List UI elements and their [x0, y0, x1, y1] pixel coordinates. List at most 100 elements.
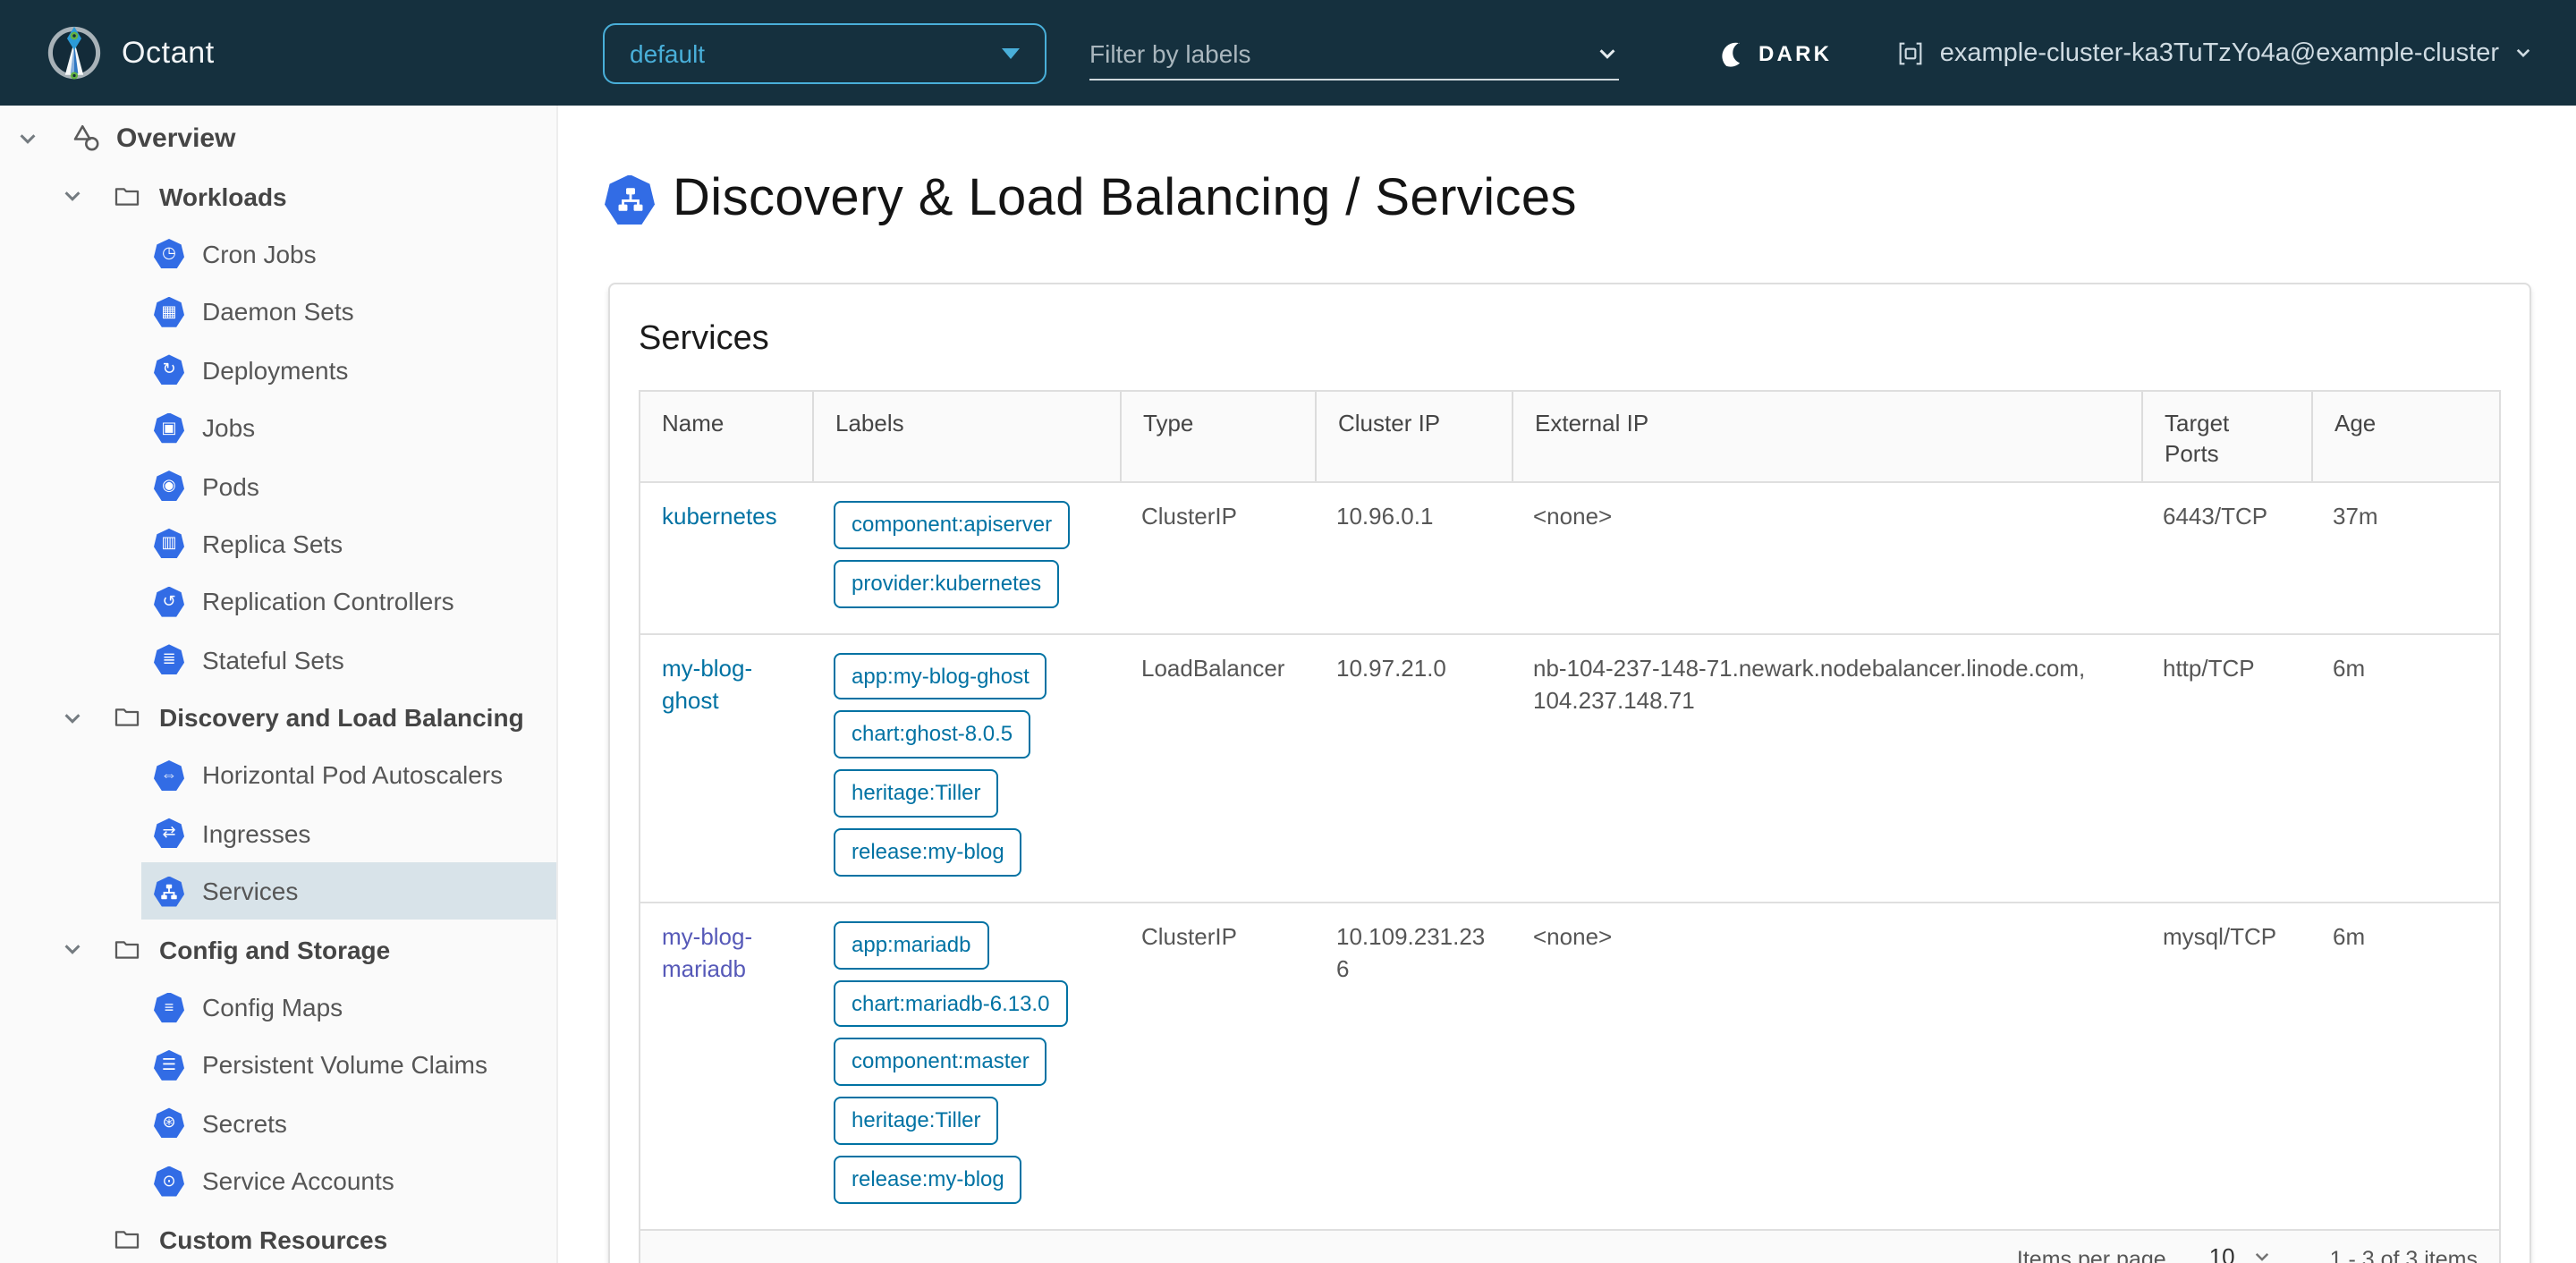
- services-table: Name Labels Type Cluster IP External IP …: [639, 390, 2501, 1263]
- sidebar-item-cron-jobs[interactable]: ◷ Cron Jobs: [141, 225, 556, 284]
- deployments-icon: ↻: [154, 354, 184, 386]
- cluster-ip-cell: 10.96.0.1: [1336, 503, 1434, 530]
- label-filter-input[interactable]: [1089, 39, 1596, 68]
- service-link[interactable]: kubernetes: [662, 503, 777, 530]
- sidebar-item-replication-controllers[interactable]: ↺ Replication Controllers: [141, 572, 556, 631]
- external-ip-cell: <none>: [1533, 922, 1613, 950]
- replication-controllers-icon: ↺: [154, 586, 184, 617]
- label-pill[interactable]: chart:mariadb-6.13.0: [834, 979, 1068, 1028]
- sidebar-item-service-accounts[interactable]: ⊙ Service Accounts: [141, 1152, 556, 1210]
- target-ports-cell: mysql/TCP: [2163, 922, 2277, 950]
- sidebar-item-daemon-sets[interactable]: ▦ Daemon Sets: [141, 283, 556, 341]
- table-row: my-blog-mariadb app:mariadb chart:mariad…: [640, 901, 2499, 1229]
- cluster-context-menu[interactable]: example-cluster-ka3TuTzYo4a@example-clus…: [1897, 0, 2537, 106]
- services-icon: [605, 174, 655, 225]
- label-pill[interactable]: app:mariadb: [834, 920, 989, 970]
- column-header-name: Name: [662, 410, 724, 437]
- label-pill[interactable]: component:master: [834, 1038, 1047, 1087]
- name-cell: my-blog-mariadb: [640, 903, 812, 1229]
- column-header-target-ports: Target Ports: [2141, 392, 2311, 481]
- external-ip-cell: nb-104-237-148-71.newark.nodebalancer.li…: [1533, 654, 2086, 714]
- label-pill[interactable]: heritage:Tiller: [834, 769, 999, 818]
- type-cell: ClusterIP: [1141, 503, 1237, 530]
- services-card: Services Name Labels Type Cluster IP Ext…: [608, 283, 2531, 1263]
- column-header-type: Type: [1120, 392, 1315, 481]
- sidebar-item-ingresses[interactable]: ⇄ Ingresses: [141, 804, 556, 862]
- service-link[interactable]: my-blog-mariadb: [662, 923, 752, 982]
- pods-icon: ◉: [154, 470, 184, 502]
- age-cell: 6m: [2333, 922, 2366, 950]
- labels-cell: component:apiserver provider:kubernetes: [812, 483, 1120, 632]
- label-pill[interactable]: app:my-blog-ghost: [834, 652, 1047, 700]
- items-per-page-select[interactable]: 10: [2206, 1244, 2276, 1263]
- chevron-down-icon[interactable]: [1596, 42, 1619, 65]
- column-header-age: Age: [2311, 392, 2499, 481]
- pagination-range: 1 - 3 of 3 items: [2329, 1247, 2478, 1263]
- moon-icon: [1722, 42, 1741, 67]
- age-cell: 6m: [2333, 654, 2366, 682]
- sidebar-item-config-maps[interactable]: ≡ Config Maps: [141, 979, 556, 1037]
- sidebar-item-overview[interactable]: Overview: [0, 109, 556, 167]
- chevron-down-icon[interactable]: [16, 126, 39, 149]
- column-header-labels: Labels: [812, 392, 1120, 481]
- app-title: Octant: [122, 35, 215, 69]
- label-pill[interactable]: provider:kubernetes: [834, 559, 1060, 608]
- services-icon: [154, 876, 184, 907]
- main-content: Discovery & Load Balancing / Services Se…: [558, 106, 2576, 1263]
- sidebar-item-pods[interactable]: ◉ Pods: [141, 457, 556, 515]
- page-title-block: Discovery & Load Balancing / Services: [605, 170, 2576, 229]
- service-accounts-icon: ⊙: [154, 1166, 184, 1197]
- sidebar-item-replica-sets[interactable]: ▥ Replica Sets: [141, 514, 556, 572]
- sidebar-group-discovery-and-load-balancing[interactable]: Discovery and Load Balancing: [0, 689, 556, 747]
- dark-toggle-label: DARK: [1758, 40, 1833, 65]
- chevron-down-icon[interactable]: [61, 937, 84, 961]
- brand: Octant: [43, 0, 215, 106]
- folder-icon: [113, 1225, 141, 1253]
- sidebar-item-deployments[interactable]: ↻ Deployments: [141, 341, 556, 399]
- namespace-select-value: default: [630, 39, 706, 68]
- label-filter: [1089, 29, 1619, 81]
- sidebar-item-jobs[interactable]: ▣ Jobs: [141, 399, 556, 457]
- octant-app: Octant default DARK example-cluster-ka3T…: [0, 0, 2576, 1263]
- namespace-select[interactable]: default: [603, 23, 1046, 84]
- stateful-sets-icon: ≣: [154, 644, 184, 675]
- chevron-down-icon: [2256, 1253, 2269, 1262]
- cluster-context-text: example-cluster-ka3TuTzYo4a@example-clus…: [1939, 38, 2499, 67]
- label-pill[interactable]: release:my-blog: [834, 827, 1022, 877]
- folder-icon: [113, 935, 141, 963]
- navigation-sidebar: Overview Workloads ◷ Cron Jobs ▦ Daemon …: [0, 106, 558, 1263]
- sidebar-group-config-and-storage[interactable]: Config and Storage: [0, 920, 556, 979]
- secrets-icon: ⊛: [154, 1107, 184, 1139]
- app-shell: Overview Workloads ◷ Cron Jobs ▦ Daemon …: [0, 106, 2576, 1263]
- table-header-row: Name Labels Type Cluster IP External IP …: [640, 392, 2499, 481]
- chevron-down-icon[interactable]: [61, 706, 84, 729]
- label-pill[interactable]: heritage:Tiller: [834, 1097, 999, 1145]
- name-cell: my-blog-ghost: [640, 634, 812, 901]
- labels-cell: app:my-blog-ghost chart:ghost-8.0.5 heri…: [812, 634, 1120, 901]
- table-footer: Items per page 10 1 - 3 of 3 items: [640, 1228, 2499, 1263]
- sidebar-group-custom-resources[interactable]: Custom Resources: [0, 1210, 556, 1263]
- sidebar-item-persistent-volume-claims[interactable]: ☰ Persistent Volume Claims: [141, 1037, 556, 1095]
- sidebar-item-secrets[interactable]: ⊛ Secrets: [141, 1094, 556, 1152]
- top-header-bar: Octant default DARK example-cluster-ka3T…: [0, 0, 2576, 106]
- sidebar-group-workloads[interactable]: Workloads: [0, 167, 556, 225]
- cluster-ip-cell: 10.97.21.0: [1336, 654, 1446, 682]
- service-link[interactable]: my-blog-ghost: [662, 654, 752, 713]
- chevron-down-icon: [2513, 41, 2537, 64]
- labels-cell: app:mariadb chart:mariadb-6.13.0 compone…: [812, 903, 1120, 1229]
- label-pill[interactable]: release:my-blog: [834, 1155, 1022, 1204]
- sidebar-item-horizontal-pod-autoscalers[interactable]: ⇔ Horizontal Pod Autoscalers: [141, 747, 556, 805]
- external-ip-cell: <none>: [1533, 503, 1613, 530]
- horizontal-pod-autoscalers-icon: ⇔: [154, 759, 184, 791]
- page-title: Discovery & Load Balancing / Services: [673, 170, 1577, 227]
- replica-sets-icon: ▥: [154, 528, 184, 559]
- cluster-icon: [1900, 41, 1923, 64]
- persistent-volume-claims-icon: ☰: [154, 1049, 184, 1081]
- label-pill[interactable]: component:apiserver: [834, 501, 1071, 549]
- sidebar-item-services[interactable]: Services: [141, 862, 556, 920]
- sidebar-item-stateful-sets[interactable]: ≣ Stateful Sets: [141, 631, 556, 689]
- dark-theme-toggle[interactable]: DARK: [1716, 0, 1832, 106]
- chevron-down-icon[interactable]: [61, 184, 84, 208]
- type-cell: ClusterIP: [1141, 922, 1237, 950]
- label-pill[interactable]: chart:ghost-8.0.5: [834, 710, 1031, 759]
